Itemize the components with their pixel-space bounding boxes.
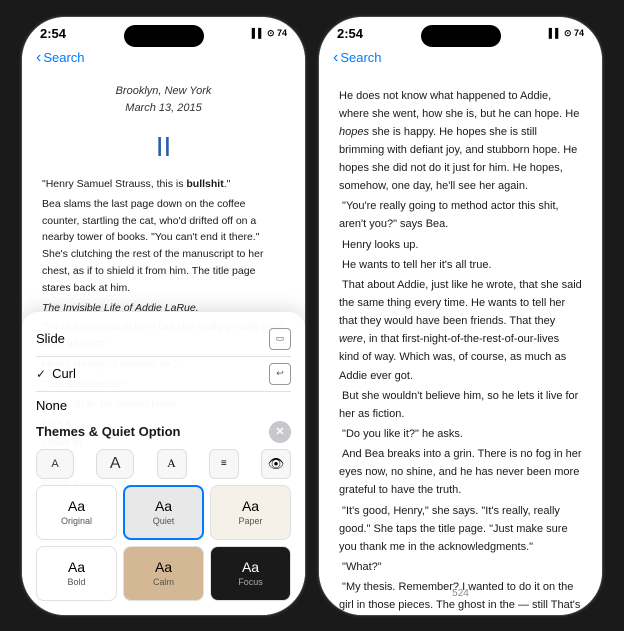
overlay-panel: Slide ▭ ✓ Curl ↩ None Themes & Q: [22, 312, 305, 615]
chapter-number: II: [42, 125, 285, 168]
theme-focus-aa: Aa: [242, 559, 259, 575]
left-nav-back-label: Search: [43, 50, 84, 65]
themes-grid: Aa Original Aa Quiet Aa Paper Aa Bold: [36, 485, 291, 601]
eye-button[interactable]: 👁: [261, 449, 291, 479]
curl-icon: ↩: [269, 363, 291, 385]
theme-original-label: Original: [61, 516, 92, 526]
themes-title: Themes & Quiet Option: [36, 424, 180, 439]
right-para-7: "Do you like it?" he asks.: [339, 425, 582, 443]
theme-focus-label: Focus: [238, 577, 263, 587]
check-icon: ✓: [36, 367, 46, 381]
left-back-arrow-icon: ‹: [36, 49, 41, 67]
right-nav-back[interactable]: ‹ Search: [333, 49, 382, 67]
right-phone-screen: 2:54 ▌▌ ⊙ 74 ‹ Search He does not know w…: [319, 17, 602, 615]
right-phone: 2:54 ▌▌ ⊙ 74 ‹ Search He does not know w…: [318, 16, 603, 616]
right-para-3: Henry looks up.: [339, 236, 582, 254]
theme-paper[interactable]: Aa Paper: [210, 485, 291, 540]
text-format-icon: A: [167, 456, 176, 471]
right-para-6: But she wouldn't believe him, so he lets…: [339, 387, 582, 423]
themes-header-row: Themes & Quiet Option ✕: [36, 421, 291, 443]
right-nav-bar: ‹ Search: [319, 47, 602, 73]
theme-bold-aa: Aa: [68, 559, 85, 575]
book-header-line2: March 13, 2015: [42, 100, 285, 117]
left-nav-back[interactable]: ‹ Search: [36, 49, 85, 67]
font-small-button[interactable]: A: [36, 449, 74, 479]
theme-quiet-label: Quiet: [153, 516, 175, 526]
para-1: "Henry Samuel Strauss, this is bullshit.…: [42, 176, 285, 193]
para-2: Bea slams the last page down on the coff…: [42, 196, 285, 297]
right-reading-content: He does not know what happened to Addie,…: [319, 73, 602, 611]
right-nav-back-label: Search: [340, 50, 381, 65]
dynamic-island-right: [421, 25, 501, 47]
text-spacing-button[interactable]: ≡: [209, 449, 239, 479]
right-para-5: That about Addie, just like he wrote, th…: [339, 276, 582, 385]
theme-quiet[interactable]: Aa Quiet: [123, 485, 204, 540]
none-label: None: [36, 398, 67, 413]
theme-original[interactable]: Aa Original: [36, 485, 117, 540]
theme-calm[interactable]: Aa Calm: [123, 546, 204, 601]
phones-container: 2:54 ▌▌ ⊙ 74 ‹ Search Brooklyn, New York…: [21, 16, 603, 616]
eye-icon: 👁: [268, 456, 285, 472]
font-large-button[interactable]: A: [96, 449, 134, 479]
right-para-8: And Bea breaks into a grin. There is no …: [339, 445, 582, 499]
slide-option-row[interactable]: Slide ▭: [36, 322, 291, 357]
dynamic-island-left: [124, 25, 204, 47]
book-header: Brooklyn, New York March 13, 2015: [42, 83, 285, 117]
right-para-9: "It's good, Henry," she says. "It's real…: [339, 502, 582, 556]
right-para-10: "What?": [339, 558, 582, 576]
right-para-2: "You're really going to method actor thi…: [339, 197, 582, 233]
curl-option-row[interactable]: ✓ Curl ↩: [36, 357, 291, 392]
theme-original-aa: Aa: [68, 498, 85, 514]
theme-focus[interactable]: Aa Focus: [210, 546, 291, 601]
right-para-4: He wants to tell her it's all true.: [339, 256, 582, 274]
spacing-icon: ≡: [221, 458, 227, 469]
right-status-icons: ▌▌ ⊙ 74: [549, 28, 584, 39]
right-status-time: 2:54: [337, 26, 363, 41]
left-nav-bar: ‹ Search: [22, 47, 305, 73]
left-phone-screen: 2:54 ▌▌ ⊙ 74 ‹ Search Brooklyn, New York…: [22, 17, 305, 615]
theme-bold-label: Bold: [67, 577, 85, 587]
font-controls-row: A A A ≡ 👁: [36, 449, 291, 479]
theme-calm-aa: Aa: [155, 559, 172, 575]
left-phone: 2:54 ▌▌ ⊙ 74 ‹ Search Brooklyn, New York…: [21, 16, 306, 616]
theme-paper-aa: Aa: [242, 498, 259, 514]
book-header-line1: Brooklyn, New York: [42, 83, 285, 100]
page-number: 524: [319, 588, 602, 599]
theme-paper-label: Paper: [238, 516, 262, 526]
left-status-icons: ▌▌ ⊙ 74: [252, 28, 287, 39]
theme-bold[interactable]: Aa Bold: [36, 546, 117, 601]
font-style-button[interactable]: A: [157, 449, 187, 479]
slide-label: Slide: [36, 331, 65, 346]
slide-icon: ▭: [269, 328, 291, 350]
none-option-row[interactable]: None: [36, 392, 291, 419]
theme-calm-label: Calm: [153, 577, 174, 587]
right-back-arrow-icon: ‹: [333, 49, 338, 67]
right-para-1: He does not know what happened to Addie,…: [339, 87, 582, 196]
theme-quiet-aa: Aa: [155, 498, 172, 514]
curl-label: Curl: [52, 366, 76, 381]
left-status-time: 2:54: [40, 26, 66, 41]
close-button[interactable]: ✕: [269, 421, 291, 443]
